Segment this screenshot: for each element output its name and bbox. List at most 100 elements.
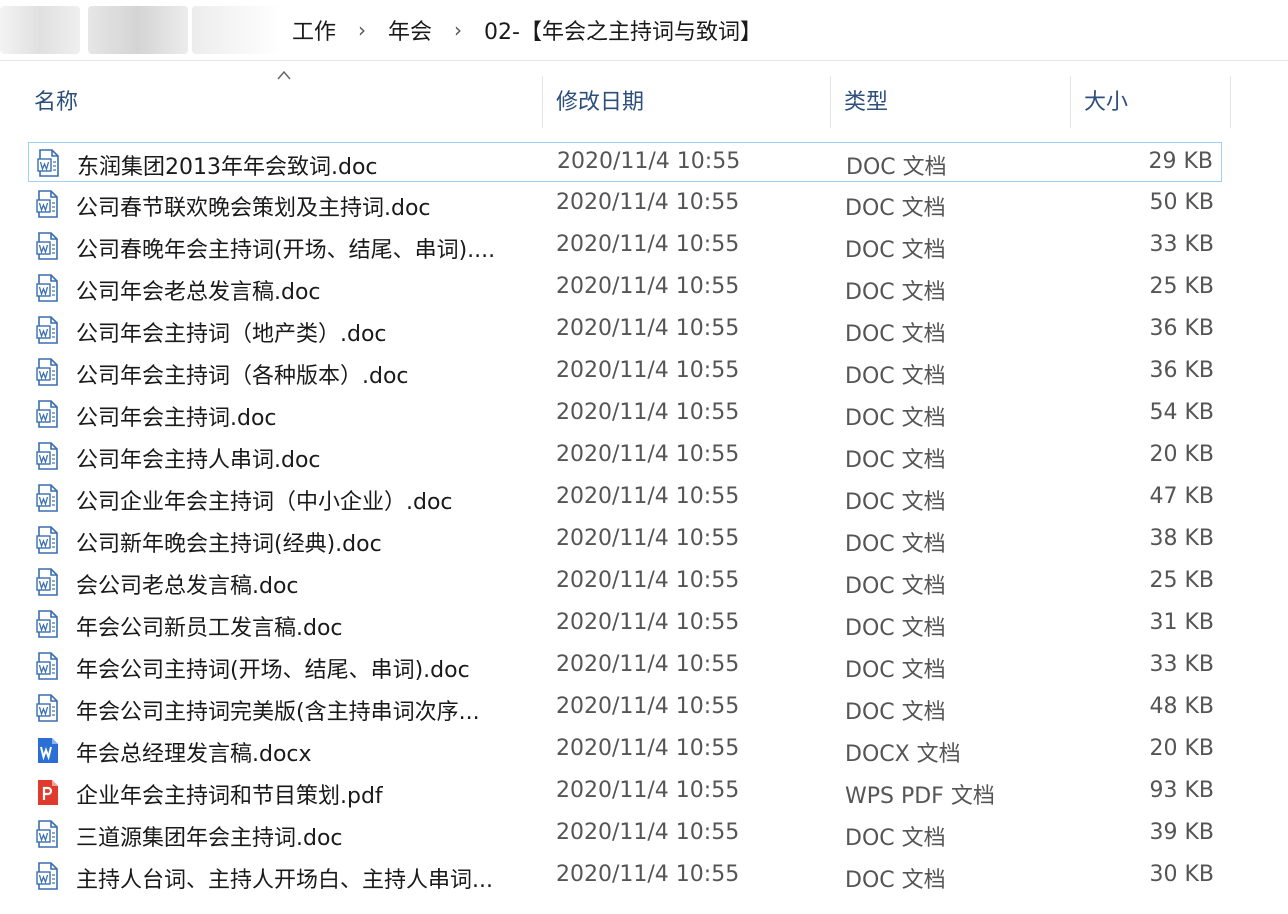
file-modified-date: 2020/11/4 10:55 (557, 149, 741, 174)
column-divider[interactable] (542, 76, 543, 128)
doc-file-icon (36, 568, 60, 596)
file-row[interactable]: 东润集团2013年年会致词.doc 2020/11/4 10:55 DOC 文档 29… (28, 142, 1222, 182)
file-modified-date: 2020/11/4 10:55 (556, 442, 740, 467)
file-row[interactable]: 公司年会主持词（地产类）.doc 2020/11/4 10:55 DOC 文档 36 … (28, 310, 1222, 350)
doc-file-icon (36, 274, 60, 302)
file-name: 公司年会主持词（地产类）.doc (76, 322, 387, 347)
file-row[interactable]: 年会公司新员工发言稿.doc 2020/11/4 10:55 DOC 文档 31 KB (28, 604, 1222, 644)
file-name: 东润集团2013年年会致词.doc (77, 155, 378, 180)
file-row[interactable]: 公司年会老总发言稿.doc 2020/11/4 10:55 DOC 文档 25 KB (28, 268, 1222, 308)
breadcrumb-item-annual-meeting[interactable]: 年会 (388, 14, 432, 46)
file-type: DOC 文档 (846, 155, 947, 180)
doc-file-icon (36, 652, 60, 680)
blurred-path-segment (192, 6, 282, 54)
doc-file-icon (36, 862, 60, 890)
file-type: DOC 文档 (845, 322, 946, 347)
file-modified-date: 2020/11/4 10:55 (556, 568, 740, 593)
file-type: DOC 文档 (845, 406, 946, 431)
file-modified-date: 2020/11/4 10:55 (556, 526, 740, 551)
doc-file-icon (36, 358, 60, 386)
file-name: 公司年会主持人串词.doc (76, 448, 321, 473)
file-row[interactable]: 公司年会主持词（各种版本）.doc 2020/11/4 10:55 DOC 文档 36… (28, 352, 1222, 392)
file-type: DOC 文档 (845, 826, 946, 851)
file-name: 主持人台词、主持人开场白、主持人串词... (76, 868, 493, 893)
file-type: DOC 文档 (845, 574, 946, 599)
docx-file-icon (36, 736, 60, 764)
file-row[interactable]: 公司春晚年会主持词(开场、结尾、串词).... 2020/11/4 10:55 DO… (28, 226, 1222, 266)
file-name: 企业年会主持词和节目策划.pdf (76, 784, 383, 809)
breadcrumb-separator[interactable]: › (358, 18, 366, 42)
file-type: DOC 文档 (845, 616, 946, 641)
doc-file-icon (36, 610, 60, 638)
file-name: 公司新年晚会主持词(经典).doc (76, 532, 382, 557)
doc-file-icon (36, 526, 60, 554)
column-divider[interactable] (1230, 76, 1231, 128)
column-header-name[interactable]: 名称 (34, 84, 78, 116)
file-row[interactable]: 企业年会主持词和节目策划.pdf 2020/11/4 10:55 WPS PDF 文… (28, 772, 1222, 812)
file-modified-date: 2020/11/4 10:55 (556, 820, 740, 845)
doc-file-icon (36, 190, 60, 218)
file-size: 25 KB (1149, 568, 1214, 593)
file-name: 年会公司主持词完美版(含主持串词次序... (76, 700, 480, 725)
file-modified-date: 2020/11/4 10:55 (556, 736, 740, 761)
file-row[interactable]: 年会公司主持词完美版(含主持串词次序... 2020/11/4 10:55 DOC … (28, 688, 1222, 728)
file-modified-date: 2020/11/4 10:55 (556, 610, 740, 635)
column-header-size[interactable]: 大小 (1084, 84, 1128, 116)
doc-file-icon (36, 400, 60, 428)
file-row[interactable]: 公司年会主持人串词.doc 2020/11/4 10:55 DOC 文档 20 KB (28, 436, 1222, 476)
file-size: 29 KB (1148, 149, 1213, 174)
file-type: DOC 文档 (845, 532, 946, 557)
file-size: 48 KB (1149, 694, 1214, 719)
file-type: DOC 文档 (845, 238, 946, 263)
file-modified-date: 2020/11/4 10:55 (556, 274, 740, 299)
file-modified-date: 2020/11/4 10:55 (556, 358, 740, 383)
file-name: 公司企业年会主持词（中小企业）.doc (76, 490, 453, 515)
file-type: DOC 文档 (845, 490, 946, 515)
file-size: 25 KB (1149, 274, 1214, 299)
file-name: 三道源集团年会主持词.doc (76, 826, 343, 851)
breadcrumb-item-work[interactable]: 工作 (292, 14, 336, 46)
address-bar: 工作 › 年会 › 02-【年会之主持词与致词】 (0, 0, 1288, 61)
file-modified-date: 2020/11/4 10:55 (556, 316, 740, 341)
file-name: 年会公司新员工发言稿.doc (76, 616, 343, 641)
file-type: DOC 文档 (845, 700, 946, 725)
doc-file-icon (37, 149, 61, 177)
file-size: 50 KB (1149, 190, 1214, 215)
file-row[interactable]: 公司企业年会主持词（中小企业）.doc 2020/11/4 10:55 DOC 文档… (28, 478, 1222, 518)
file-type: DOC 文档 (845, 196, 946, 221)
file-size: 39 KB (1149, 820, 1214, 845)
doc-file-icon (36, 316, 60, 344)
column-header-type[interactable]: 类型 (844, 84, 888, 116)
file-row[interactable]: 公司新年晚会主持词(经典).doc 2020/11/4 10:55 DOC 文档 38… (28, 520, 1222, 560)
column-header-modified[interactable]: 修改日期 (556, 84, 644, 116)
file-row[interactable]: 公司年会主持词.doc 2020/11/4 10:55 DOC 文档 54 KB (28, 394, 1222, 434)
file-row[interactable]: 年会总经理发言稿.docx 2020/11/4 10:55 DOCX 文档 20 KB (28, 730, 1222, 770)
file-row[interactable]: 年会公司主持词(开场、结尾、串词).doc 2020/11/4 10:55 DOC … (28, 646, 1222, 686)
file-modified-date: 2020/11/4 10:55 (556, 652, 740, 677)
file-type: DOC 文档 (845, 448, 946, 473)
file-size: 20 KB (1149, 736, 1214, 761)
column-divider[interactable] (1070, 76, 1071, 128)
breadcrumb-item-current-folder[interactable]: 02-【年会之主持词与致词】 (484, 14, 762, 46)
file-type: DOC 文档 (845, 280, 946, 305)
file-name: 年会公司主持词(开场、结尾、串词).doc (76, 658, 470, 683)
breadcrumb-separator[interactable]: › (454, 18, 462, 42)
breadcrumb: 工作 › 年会 › 02-【年会之主持词与致词】 (292, 0, 762, 60)
file-row[interactable]: 主持人台词、主持人开场白、主持人串词... 2020/11/4 10:55 DOC … (28, 856, 1222, 896)
file-row[interactable]: 三道源集团年会主持词.doc 2020/11/4 10:55 DOC 文档 39 KB (28, 814, 1222, 854)
file-row[interactable]: 会公司老总发言稿.doc 2020/11/4 10:55 DOC 文档 25 KB (28, 562, 1222, 602)
file-size: 30 KB (1149, 862, 1214, 887)
file-modified-date: 2020/11/4 10:55 (556, 778, 740, 803)
doc-file-icon (36, 442, 60, 470)
file-row[interactable]: 公司春节联欢晚会策划及主持词.doc 2020/11/4 10:55 DOC 文档 5… (28, 184, 1222, 224)
file-size: 31 KB (1149, 610, 1214, 635)
file-size: 38 KB (1149, 526, 1214, 551)
file-size: 47 KB (1149, 484, 1214, 509)
blurred-path-segment (88, 6, 188, 54)
file-name: 公司春节联欢晚会策划及主持词.doc (76, 196, 431, 221)
column-divider[interactable] (830, 76, 831, 128)
file-size: 36 KB (1149, 358, 1214, 383)
pdf-file-icon (36, 778, 60, 806)
file-modified-date: 2020/11/4 10:55 (556, 400, 740, 425)
file-modified-date: 2020/11/4 10:55 (556, 862, 740, 887)
